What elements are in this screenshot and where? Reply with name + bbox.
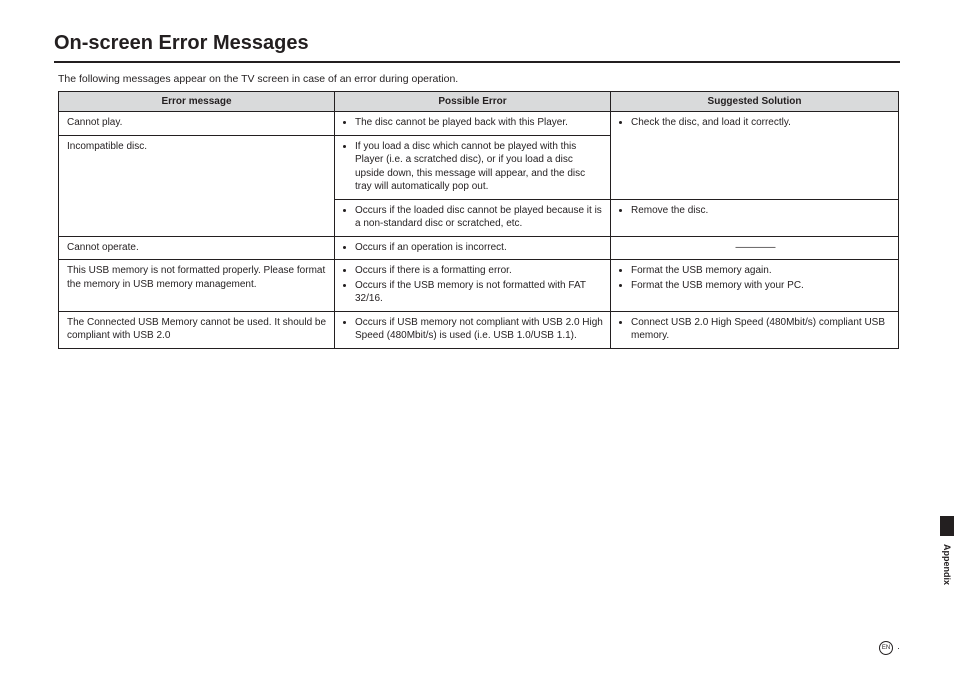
cell-solution: Remove the disc. [611, 199, 899, 236]
cell-error-msg: The Connected USB Memory cannot be used.… [59, 311, 335, 348]
col-possible-error: Possible Error [335, 92, 611, 112]
cell-possible-error: Occurs if an operation is incorrect. [335, 236, 611, 260]
page-title: On-screen Error Messages [54, 32, 900, 55]
cell-error-msg: Incompatible disc. [59, 135, 335, 236]
col-error-message: Error message [59, 92, 335, 112]
col-suggested-solution: Suggested Solution [611, 92, 899, 112]
table-row: The Connected USB Memory cannot be used.… [59, 311, 899, 348]
table-row: This USB memory is not formatted properl… [59, 260, 899, 312]
intro-text: The following messages appear on the TV … [58, 73, 900, 85]
table-row: Cannot play. The disc cannot be played b… [59, 112, 899, 136]
lang-circle-icon: EN [879, 641, 893, 655]
page-number-placeholder: · [897, 643, 900, 653]
cell-error-msg: Cannot play. [59, 112, 335, 136]
cell-error-msg: This USB memory is not formatted properl… [59, 260, 335, 312]
side-tab [940, 516, 954, 536]
cell-possible-error: If you load a disc which cannot be playe… [335, 135, 611, 199]
table-row: Cannot operate. Occurs if an operation i… [59, 236, 899, 260]
cell-possible-error: Occurs if USB memory not compliant with … [335, 311, 611, 348]
side-label: Appendix [940, 544, 954, 587]
cell-solution: Check the disc, and load it correctly. [611, 112, 899, 200]
cell-solution: Connect USB 2.0 High Speed (480Mbit/s) c… [611, 311, 899, 348]
error-table: Error message Possible Error Suggested S… [58, 91, 899, 349]
cell-solution: ———— [611, 236, 899, 260]
cell-error-msg: Cannot operate. [59, 236, 335, 260]
cell-possible-error: Occurs if the loaded disc cannot be play… [335, 199, 611, 236]
footer-page-mark: EN · [879, 641, 900, 655]
cell-possible-error: The disc cannot be played back with this… [335, 112, 611, 136]
cell-possible-error: Occurs if there is a formatting error. O… [335, 260, 611, 312]
table-header-row: Error message Possible Error Suggested S… [59, 92, 899, 112]
cell-solution: Format the USB memory again. Format the … [611, 260, 899, 312]
title-rule [54, 61, 900, 63]
